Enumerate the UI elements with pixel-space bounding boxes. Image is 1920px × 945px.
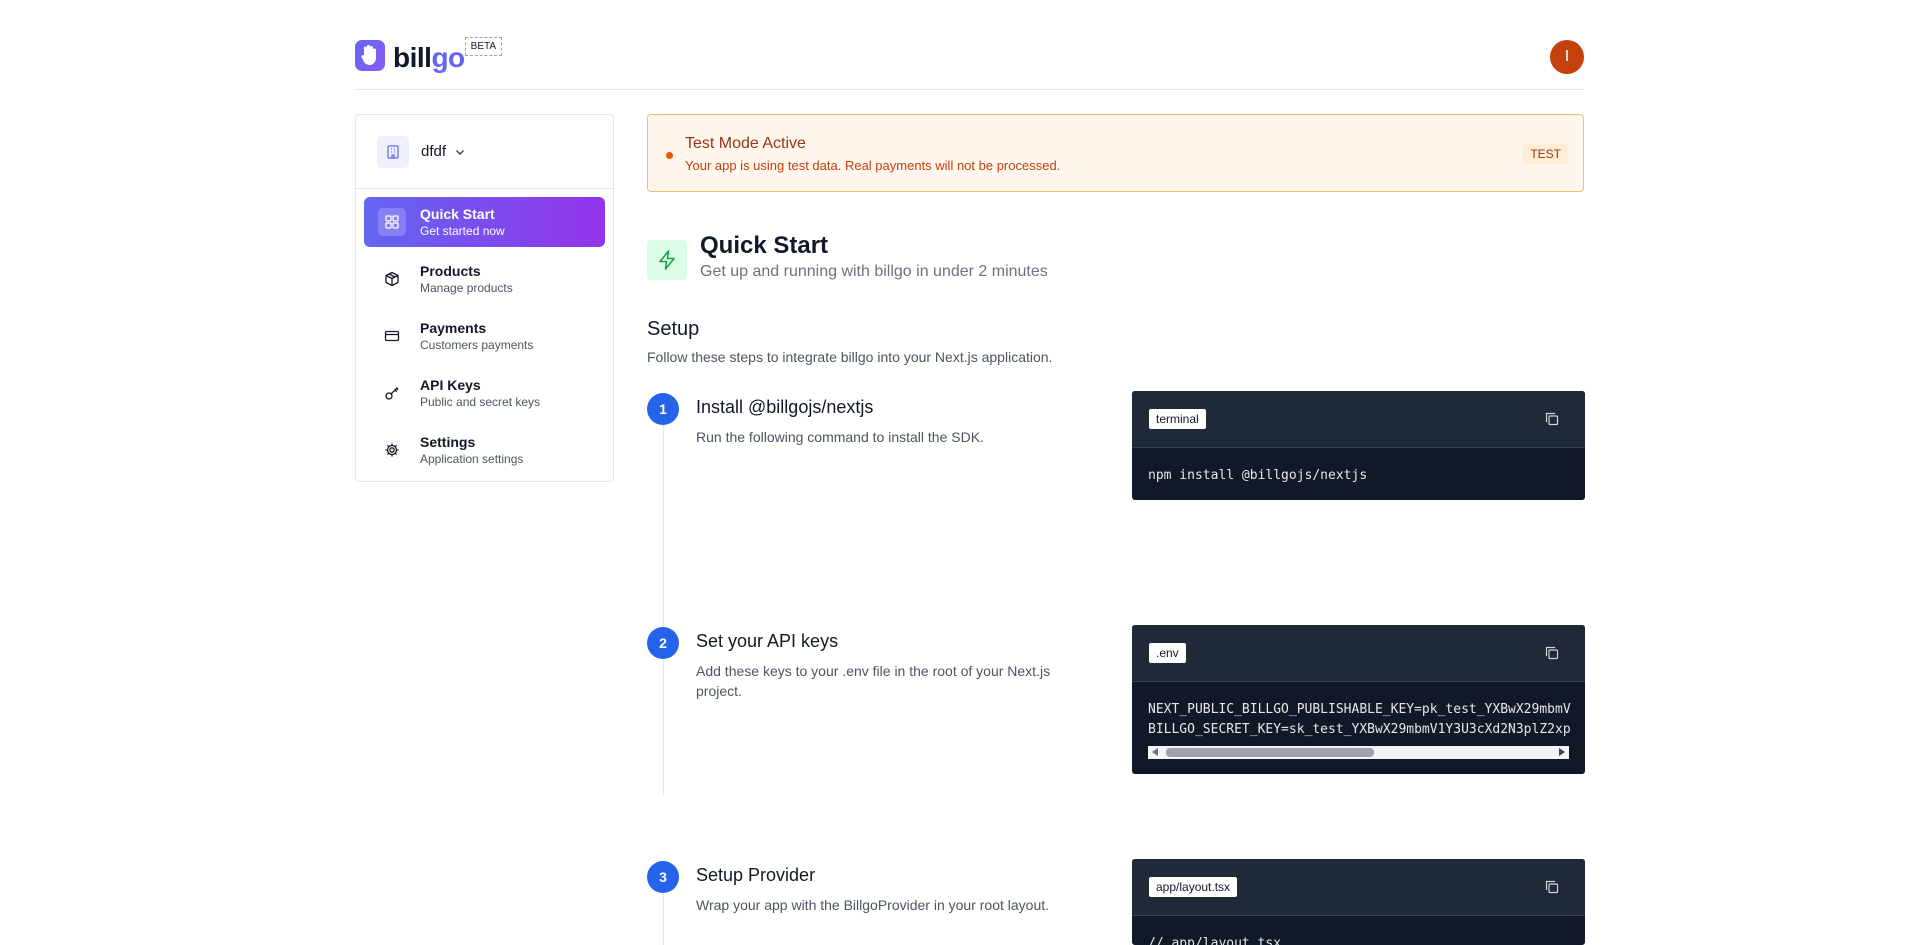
sidebar-item-title: Quick Start: [420, 206, 495, 222]
sidebar-item-title: Payments: [420, 320, 487, 336]
org-name: dfdf: [421, 143, 447, 160]
sidebar-item-api-keys[interactable]: API Keys Public and secret keys: [364, 368, 605, 418]
sidebar-item-quick-start[interactable]: Quick Start Get started now: [364, 197, 605, 247]
lightning-icon: [647, 240, 687, 280]
code-block: app/layout.tsx // app/layout.tsx: [1132, 859, 1585, 945]
building-icon: [377, 135, 409, 168]
sidebar-item-subtitle: Customers payments: [420, 338, 534, 352]
page-title: Quick Start: [700, 232, 829, 259]
code-content[interactable]: // app/layout.tsx: [1132, 916, 1585, 945]
setup-heading: Setup: [647, 318, 700, 340]
box-icon: [378, 265, 406, 293]
sidebar: dfdf Quick Start Get started now Product…: [355, 114, 614, 482]
beta-badge: BETA: [464, 37, 503, 56]
credit-card-icon: [378, 322, 406, 350]
code-filename-tag: terminal: [1149, 409, 1206, 429]
page-subtitle: Get up and running with billgo in under …: [700, 263, 1048, 280]
code-content[interactable]: NEXT_PUBLIC_BILLGO_PUBLISHABLE_KEY=pk_te…: [1132, 682, 1585, 740]
step-number: 1: [647, 393, 679, 425]
code-block: .env NEXT_PUBLIC_BILLGO_PUBLISHABLE_KEY=…: [1132, 625, 1585, 774]
main-content: Test Mode Active Your app is using test …: [647, 114, 1585, 945]
chevron-down-icon: [454, 146, 466, 158]
sidebar-item-subtitle: Manage products: [420, 281, 513, 295]
step-number: 3: [647, 861, 679, 893]
logo-wordmark: billgo: [393, 42, 465, 73]
code-content[interactable]: npm install @billgojs/nextjs: [1132, 448, 1585, 500]
scroll-left-icon[interactable]: [1152, 748, 1158, 756]
sidebar-nav: Quick Start Get started now Products Man…: [356, 189, 613, 475]
sidebar-item-title: Settings: [420, 434, 476, 450]
banner-text: Your app is using test data. Real paymen…: [685, 158, 1061, 173]
logo[interactable]: billgo BETA: [355, 37, 503, 76]
step-description: Run the following command to install the…: [696, 429, 984, 445]
gear-icon: [378, 436, 406, 464]
step-title: Setup Provider: [696, 865, 816, 885]
scroll-right-icon[interactable]: [1559, 748, 1565, 756]
sidebar-item-title: Products: [420, 263, 481, 279]
key-icon: [378, 379, 406, 407]
sidebar-item-subtitle: Application settings: [420, 452, 524, 466]
step-connector: [663, 659, 664, 795]
scrollbar-thumb[interactable]: [1166, 748, 1374, 757]
code-block: terminal npm install @billgojs/nextjs: [1132, 391, 1585, 500]
sidebar-item-subtitle: Get started now: [420, 224, 505, 238]
page-header: Quick Start Get up and running with bill…: [647, 231, 1048, 281]
sidebar-item-title: API Keys: [420, 377, 481, 393]
setup-description: Follow these steps to integrate billgo i…: [647, 349, 1053, 365]
step-connector: [663, 425, 664, 631]
copy-icon[interactable]: [1544, 879, 1560, 900]
sidebar-item-subtitle: Public and secret keys: [420, 395, 541, 409]
sidebar-item-payments[interactable]: Payments Customers payments: [364, 311, 605, 361]
copy-icon[interactable]: [1544, 645, 1560, 666]
test-badge: TEST: [1523, 144, 1568, 164]
step-description: Wrap your app with the BillgoProvider in…: [696, 897, 1050, 913]
code-filename-tag: .env: [1149, 643, 1186, 663]
sidebar-item-products[interactable]: Products Manage products: [364, 254, 605, 304]
sidebar-item-settings[interactable]: Settings Application settings: [364, 425, 605, 475]
step-description: Add these keys to your .env file in the …: [696, 663, 1051, 699]
step-title: Install @billgojs/nextjs: [696, 397, 874, 417]
user-avatar[interactable]: I: [1550, 40, 1584, 74]
step-connector: [663, 893, 664, 945]
horizontal-scrollbar[interactable]: [1148, 746, 1569, 759]
step-title: Set your API keys: [696, 631, 839, 651]
status-dot: [666, 152, 673, 159]
step-number: 2: [647, 627, 679, 659]
org-switcher[interactable]: dfdf: [356, 115, 613, 189]
test-mode-banner: Test Mode Active Your app is using test …: [647, 114, 1584, 192]
code-filename-tag: app/layout.tsx: [1149, 877, 1238, 897]
grid-icon: [378, 208, 406, 236]
hand-logo-icon: [355, 40, 385, 71]
banner-title: Test Mode Active: [685, 135, 806, 152]
copy-icon[interactable]: [1544, 411, 1560, 432]
app-header: billgo BETA I: [355, 0, 1584, 90]
